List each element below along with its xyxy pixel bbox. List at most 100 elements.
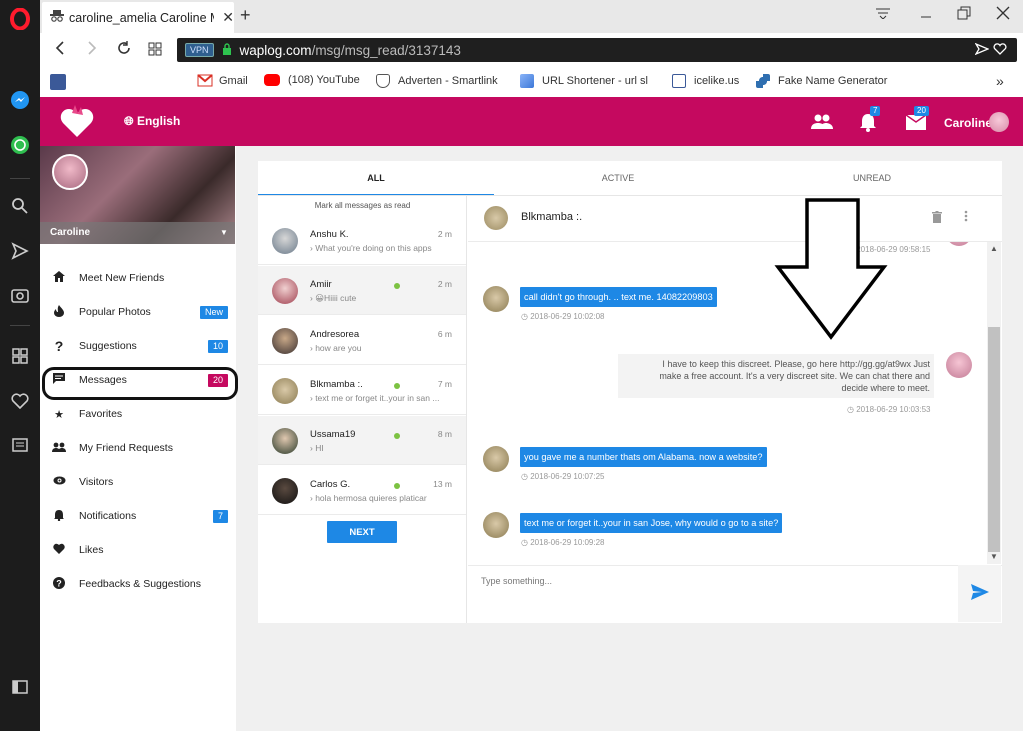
reload-icon[interactable] <box>116 40 132 61</box>
message-timestamp: ◷ 2018-06-29 10:03:53 <box>847 405 931 414</box>
opera-logo-icon[interactable] <box>8 7 32 31</box>
message-bubble: call didn't go through. .. text me. 1408… <box>520 287 717 307</box>
menu-friend-requests[interactable]: My Friend Requests <box>52 438 230 458</box>
url-host: waplog.com <box>239 42 312 58</box>
bookmark-heart-icon[interactable] <box>993 42 1007 58</box>
menu-feedbacks[interactable]: ? Feedbacks & Suggestions <box>52 574 230 594</box>
facebook-icon <box>50 74 66 90</box>
new-badge: New <box>199 305 228 319</box>
bookmarks-overflow-icon[interactable]: » <box>996 73 1004 89</box>
lock-icon[interactable] <box>222 42 232 58</box>
menu-popular-photos[interactable]: Popular Photos New <box>52 302 230 322</box>
conversation-preview: › HI <box>310 443 324 453</box>
heart-icon[interactable] <box>8 389 32 413</box>
scroll-up-icon[interactable]: ▲ <box>990 244 998 253</box>
next-button[interactable]: NEXT <box>327 521 397 543</box>
messages-mail-icon[interactable]: 20 <box>905 106 929 133</box>
menu-visitors[interactable]: Visitors <box>52 472 230 492</box>
conversation-name: Blkmamba :. <box>310 379 363 390</box>
menu-meet-new-friends[interactable]: Meet New Friends <box>52 268 230 288</box>
bookmark-youtube[interactable]: (108) YouTube <box>264 74 360 86</box>
restore-icon[interactable] <box>957 6 971 24</box>
conversation-time: 8 m <box>437 429 452 439</box>
minimize-icon[interactable] <box>920 6 932 23</box>
tab-menu-icon[interactable] <box>876 6 890 23</box>
conversation-avatar <box>272 378 298 404</box>
tabs-grid-icon[interactable] <box>148 41 162 61</box>
more-options-icon[interactable] <box>964 210 968 225</box>
bookmark-label: icelike.us <box>694 75 740 87</box>
tab-close-icon[interactable]: ✕ <box>222 9 234 26</box>
bookmark-label: Gmail <box>219 75 248 87</box>
speed-dial-icon[interactable] <box>8 344 32 368</box>
conversation-item[interactable]: Blkmamba :. › text me or forget it..your… <box>258 366 466 415</box>
waplog-logo[interactable] <box>60 103 94 142</box>
clock-icon: ◷ <box>521 472 528 481</box>
history-icon[interactable] <box>8 433 32 457</box>
address-bar[interactable]: VPN waplog.com/msg/msg_read/3137143 <box>177 38 1017 62</box>
header-username[interactable]: Caroline <box>944 116 992 130</box>
clock-icon: ◷ <box>521 312 528 321</box>
close-window-icon[interactable] <box>996 6 1010 24</box>
tab-all[interactable]: ALL <box>258 161 494 195</box>
conversation-preview: › text me or forget it..your in san ... <box>310 393 440 403</box>
back-icon[interactable] <box>54 40 66 61</box>
vpn-badge[interactable]: VPN <box>185 43 214 57</box>
forward-icon[interactable] <box>86 40 98 61</box>
send-button[interactable] <box>958 565 1001 622</box>
message-avatar <box>483 446 509 472</box>
gear-icon <box>756 74 770 88</box>
mark-all-read-link[interactable]: Mark all messages as read <box>258 201 467 210</box>
url-path: /msg/msg_read/3137143 <box>311 42 461 58</box>
snap-icon[interactable] <box>974 42 990 58</box>
conversation-item[interactable]: Carlos G. › hola hermosa quieres platica… <box>258 466 466 515</box>
conversation-name: Ussama19 <box>310 429 356 440</box>
messages-highlight-oval <box>42 367 238 400</box>
profile-avatar[interactable] <box>52 154 88 190</box>
conversation-item[interactable]: Andresorea › how are you 6 m <box>258 316 466 365</box>
search-icon[interactable] <box>8 194 32 218</box>
url-text[interactable]: waplog.com/msg/msg_read/3137143 <box>240 43 461 58</box>
bookmark-label: (108) YouTube <box>288 74 360 86</box>
facebook-bookmark[interactable] <box>50 74 184 90</box>
chat-partner-name[interactable]: Blkmamba :. <box>521 211 582 223</box>
scroll-down-icon[interactable]: ▼ <box>990 552 998 561</box>
language-selector[interactable]: 🌐︎ English <box>124 114 180 129</box>
chevron-down-icon[interactable]: ▼ <box>220 228 228 237</box>
online-indicator <box>394 433 400 439</box>
timestamp-text: 2018-06-29 10:07:25 <box>530 472 605 481</box>
conversation-time: 13 m <box>433 479 452 489</box>
conversation-item[interactable]: Ussama19 › HI 8 m <box>258 416 466 465</box>
message-input[interactable]: Type something... <box>481 576 552 586</box>
chat-scrollbar-thumb[interactable] <box>988 327 1000 552</box>
home-icon <box>52 271 66 285</box>
chat-partner-avatar[interactable] <box>484 206 508 230</box>
star-icon: ★ <box>54 408 64 421</box>
notifications-bell-icon[interactable]: 7 <box>859 106 881 135</box>
bookmark-fake-name-generator[interactable]: Fake Name Generator <box>756 74 890 88</box>
conversation-item[interactable]: Anshu K. › What you're doing on this app… <box>258 216 466 265</box>
bookmark-url-shortener[interactable]: URL Shortener - url sl <box>520 74 654 88</box>
sidebar-toggle-icon[interactable] <box>8 675 32 699</box>
conversation-item[interactable]: Amiir › 😀Hiiii cute 2 m <box>258 266 466 315</box>
tab-unread[interactable]: UNREAD <box>748 161 996 195</box>
bookmark-adverten[interactable]: Adverten - Smartlink <box>376 74 498 88</box>
messenger-icon[interactable] <box>8 88 32 112</box>
bookmark-icelike[interactable]: icelike.us <box>672 74 739 88</box>
menu-notifications[interactable]: Notifications 7 <box>52 506 230 526</box>
menu-favorites[interactable]: ★ Favorites <box>52 404 230 424</box>
bookmark-gmail[interactable]: Gmail <box>197 74 248 88</box>
conversation-name: Andresorea <box>310 329 360 340</box>
trash-icon[interactable] <box>932 211 942 226</box>
tab-active[interactable]: ACTIVE <box>494 161 742 195</box>
language-label: English <box>136 114 181 128</box>
menu-suggestions[interactable]: ? Suggestions 10 <box>52 336 230 356</box>
send-icon[interactable] <box>8 239 32 263</box>
menu-likes[interactable]: Likes <box>52 540 230 560</box>
new-tab-button[interactable]: + <box>240 5 251 26</box>
friends-icon[interactable] <box>811 113 833 132</box>
whatsapp-icon[interactable] <box>8 133 32 157</box>
header-avatar[interactable] <box>989 112 1009 132</box>
camera-icon[interactable] <box>8 283 32 307</box>
browser-tab[interactable]: caroline_amelia Caroline M ✕ <box>42 2 234 33</box>
